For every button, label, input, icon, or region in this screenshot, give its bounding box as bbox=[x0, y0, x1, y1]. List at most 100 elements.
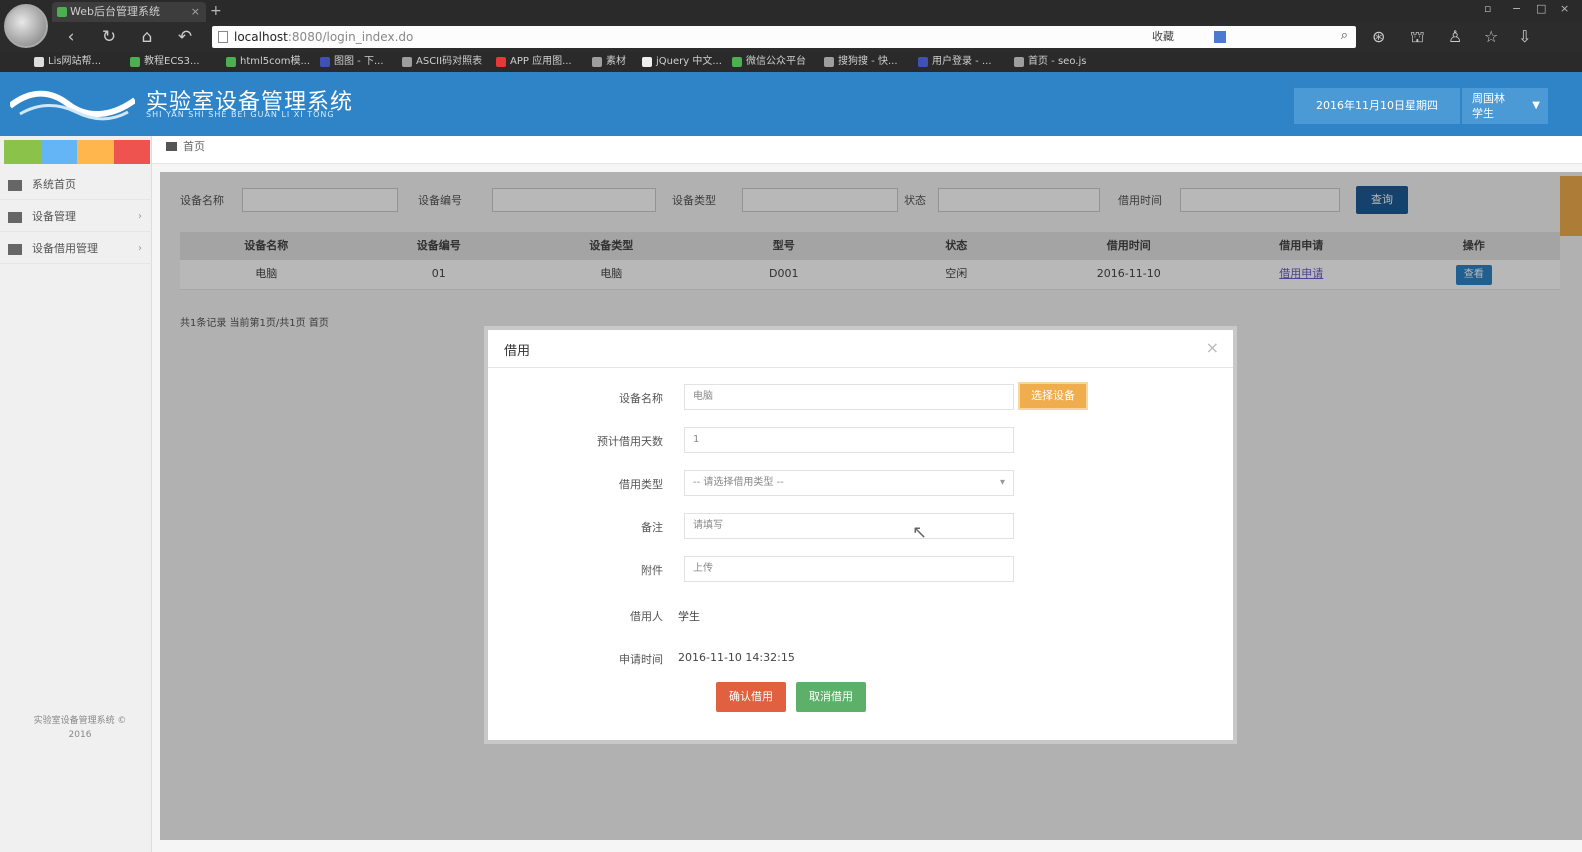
logo-wave-icon bbox=[10, 90, 135, 121]
window-restore-icon[interactable]: ▫ bbox=[1484, 2, 1491, 15]
theme-swatch[interactable] bbox=[77, 140, 114, 164]
favorite-star[interactable]: 收藏 bbox=[1152, 26, 1174, 48]
bookmark-item[interactable]: 首页 - seo.js bbox=[1014, 55, 1086, 69]
browser-navbar: ‹ ↻ ⌂ ↶ localhost:8080/login_index.do 收藏… bbox=[0, 22, 1582, 52]
bookmark-item[interactable]: 图图 - 下... bbox=[320, 55, 384, 69]
list-icon bbox=[8, 244, 22, 255]
download-icon[interactable]: ⇩ bbox=[1518, 27, 1531, 46]
bookmark-label: 搜狗搜 - 快... bbox=[838, 56, 898, 67]
bookmark-item[interactable]: 微信公众平台 bbox=[732, 55, 806, 69]
user-menu[interactable]: 周国林 学生 ▼ bbox=[1462, 88, 1548, 124]
equipment-name-input[interactable]: 电脑 bbox=[684, 384, 1014, 410]
undo-icon[interactable]: ↶ bbox=[174, 26, 196, 48]
bookmark-icon bbox=[402, 57, 412, 67]
tab-favicon-icon bbox=[57, 7, 67, 17]
form-row-name: 设备名称 电脑 选择设备 bbox=[488, 382, 1233, 412]
bookmark-icon bbox=[226, 57, 236, 67]
form-row-days: 预计借用天数 1 bbox=[488, 425, 1233, 455]
back-icon[interactable]: ‹ bbox=[60, 26, 82, 48]
borrower-value: 学生 bbox=[678, 610, 700, 623]
bookmark-icon bbox=[732, 57, 742, 67]
search-engine-icon[interactable] bbox=[1214, 31, 1226, 43]
bookmark-label: APP 应用图... bbox=[510, 56, 572, 67]
form-row-borrower: 借用人 学生 bbox=[488, 600, 1233, 630]
bookmark-item[interactable]: 搜狗搜 - 快... bbox=[824, 55, 898, 69]
page-icon bbox=[218, 31, 228, 43]
header-date: 2016年11月10日星期四 bbox=[1294, 88, 1460, 124]
bookmark-item[interactable]: APP 应用图... bbox=[496, 55, 572, 69]
bookmark-item[interactable]: Lis网站帮... bbox=[34, 55, 101, 69]
field-label: 借用类型 bbox=[619, 478, 663, 491]
system-subtitle: SHI YAN SHI SHE BEI GUAN LI XI TONG bbox=[146, 110, 335, 119]
sidebar: 系统首页 设备管理 › 设备借用管理 › 实验室设备管理系统 © 2016 bbox=[0, 136, 152, 852]
theme-swatch[interactable] bbox=[40, 140, 77, 164]
field-label: 申请时间 bbox=[619, 653, 663, 666]
bookmark-icon bbox=[642, 57, 652, 67]
bookmark-item[interactable]: html5com模... bbox=[226, 55, 310, 69]
app-header: 实验室设备管理系统 SHI YAN SHI SHE BEI GUAN LI XI… bbox=[0, 72, 1582, 136]
bookmark-label: html5com模... bbox=[240, 56, 311, 67]
bookmark-item[interactable]: 用户登录 - ... bbox=[918, 55, 992, 69]
bookmark-item[interactable]: 教程ECS3... bbox=[130, 55, 200, 69]
field-label: 借用人 bbox=[630, 610, 663, 623]
browser-tab[interactable]: Web后台管理系统 × bbox=[52, 2, 206, 22]
user-icon[interactable]: ♙ bbox=[1448, 27, 1462, 46]
sidebar-item-home[interactable]: 系统首页 bbox=[0, 170, 152, 200]
tab-title: Web后台管理系统 bbox=[70, 5, 160, 18]
star-icon[interactable]: ☆ bbox=[1484, 27, 1498, 46]
url-host: localhost bbox=[234, 30, 288, 44]
attachment-input[interactable]: 上传 bbox=[684, 556, 1014, 582]
field-label: 附件 bbox=[641, 564, 663, 577]
address-bar[interactable]: localhost:8080/login_index.do 收藏 ⌕ bbox=[212, 26, 1356, 48]
borrow-days-input[interactable]: 1 bbox=[684, 427, 1014, 453]
user-name: 周国林 bbox=[1472, 92, 1505, 105]
choose-equipment-button[interactable]: 选择设备 bbox=[1018, 382, 1088, 410]
monitor-icon bbox=[8, 180, 22, 191]
extension-icon[interactable]: ⊛ bbox=[1372, 27, 1385, 46]
bookmark-item[interactable]: jQuery 中文... bbox=[642, 55, 722, 69]
bookmark-label: 教程ECS3... bbox=[144, 56, 200, 67]
tab-close-icon[interactable]: × bbox=[191, 2, 200, 22]
home-icon[interactable]: ⌂ bbox=[136, 26, 158, 48]
bookmarks-bar: Lis网站帮... 教程ECS3... html5com模... 图图 - 下.… bbox=[0, 52, 1582, 72]
bookmark-label: 用户登录 - ... bbox=[932, 56, 992, 67]
form-row-time: 申请时间 2016-11-10 14:32:15 bbox=[488, 643, 1233, 673]
bookmark-label: 素材 bbox=[606, 56, 626, 67]
lock-icon[interactable]: ⛫ bbox=[1410, 27, 1425, 48]
cancel-button[interactable]: 取消借用 bbox=[796, 682, 866, 712]
submit-button[interactable]: 确认借用 bbox=[716, 682, 786, 712]
form-row-type: 借用类型 -- 请选择借用类型 -- bbox=[488, 468, 1233, 498]
search-icon[interactable]: ⌕ bbox=[1341, 28, 1348, 43]
field-label: 预计借用天数 bbox=[597, 435, 663, 448]
theme-swatch[interactable] bbox=[4, 140, 41, 164]
window-maximize-icon[interactable]: □ bbox=[1536, 2, 1546, 15]
bookmark-icon bbox=[320, 57, 330, 67]
sidebar-item-borrow[interactable]: 设备借用管理 › bbox=[0, 234, 152, 264]
bookmark-label: Lis网站帮... bbox=[48, 56, 102, 67]
address-text: localhost:8080/login_index.do bbox=[234, 26, 413, 48]
breadcrumb-label[interactable]: 首页 bbox=[183, 140, 205, 153]
remark-input[interactable]: 请填写 bbox=[684, 513, 1014, 539]
bookmark-item[interactable]: 素材 bbox=[592, 55, 626, 69]
window-minimize-icon[interactable]: − bbox=[1512, 2, 1521, 15]
bookmark-icon bbox=[34, 57, 44, 67]
window-close-icon[interactable]: × bbox=[1560, 2, 1569, 15]
bookmark-icon bbox=[130, 57, 140, 67]
sidebar-item-equipment[interactable]: 设备管理 › bbox=[0, 202, 152, 232]
refresh-icon[interactable]: ↻ bbox=[98, 26, 120, 48]
mouse-cursor-icon: ↖ bbox=[912, 522, 928, 543]
close-icon[interactable]: × bbox=[1206, 338, 1219, 357]
bookmark-label: jQuery 中文... bbox=[656, 56, 722, 67]
browser-tabbar: Web后台管理系统 × + ▫ − □ × bbox=[0, 0, 1582, 22]
browser-logo-icon[interactable] bbox=[4, 4, 48, 48]
theme-swatch[interactable] bbox=[113, 140, 150, 164]
bookmark-icon bbox=[1014, 57, 1024, 67]
new-tab-icon[interactable]: + bbox=[210, 2, 222, 20]
sidebar-item-label: 设备管理 bbox=[32, 210, 76, 223]
theme-color-strip[interactable] bbox=[4, 140, 150, 164]
bookmark-item[interactable]: ASCII码对照表 bbox=[402, 55, 482, 69]
bookmark-icon bbox=[918, 57, 928, 67]
sidebar-footer: 实验室设备管理系统 © 2016 bbox=[33, 716, 127, 740]
bookmark-label: ASCII码对照表 bbox=[416, 56, 483, 67]
borrow-type-select[interactable]: -- 请选择借用类型 -- bbox=[684, 470, 1014, 496]
